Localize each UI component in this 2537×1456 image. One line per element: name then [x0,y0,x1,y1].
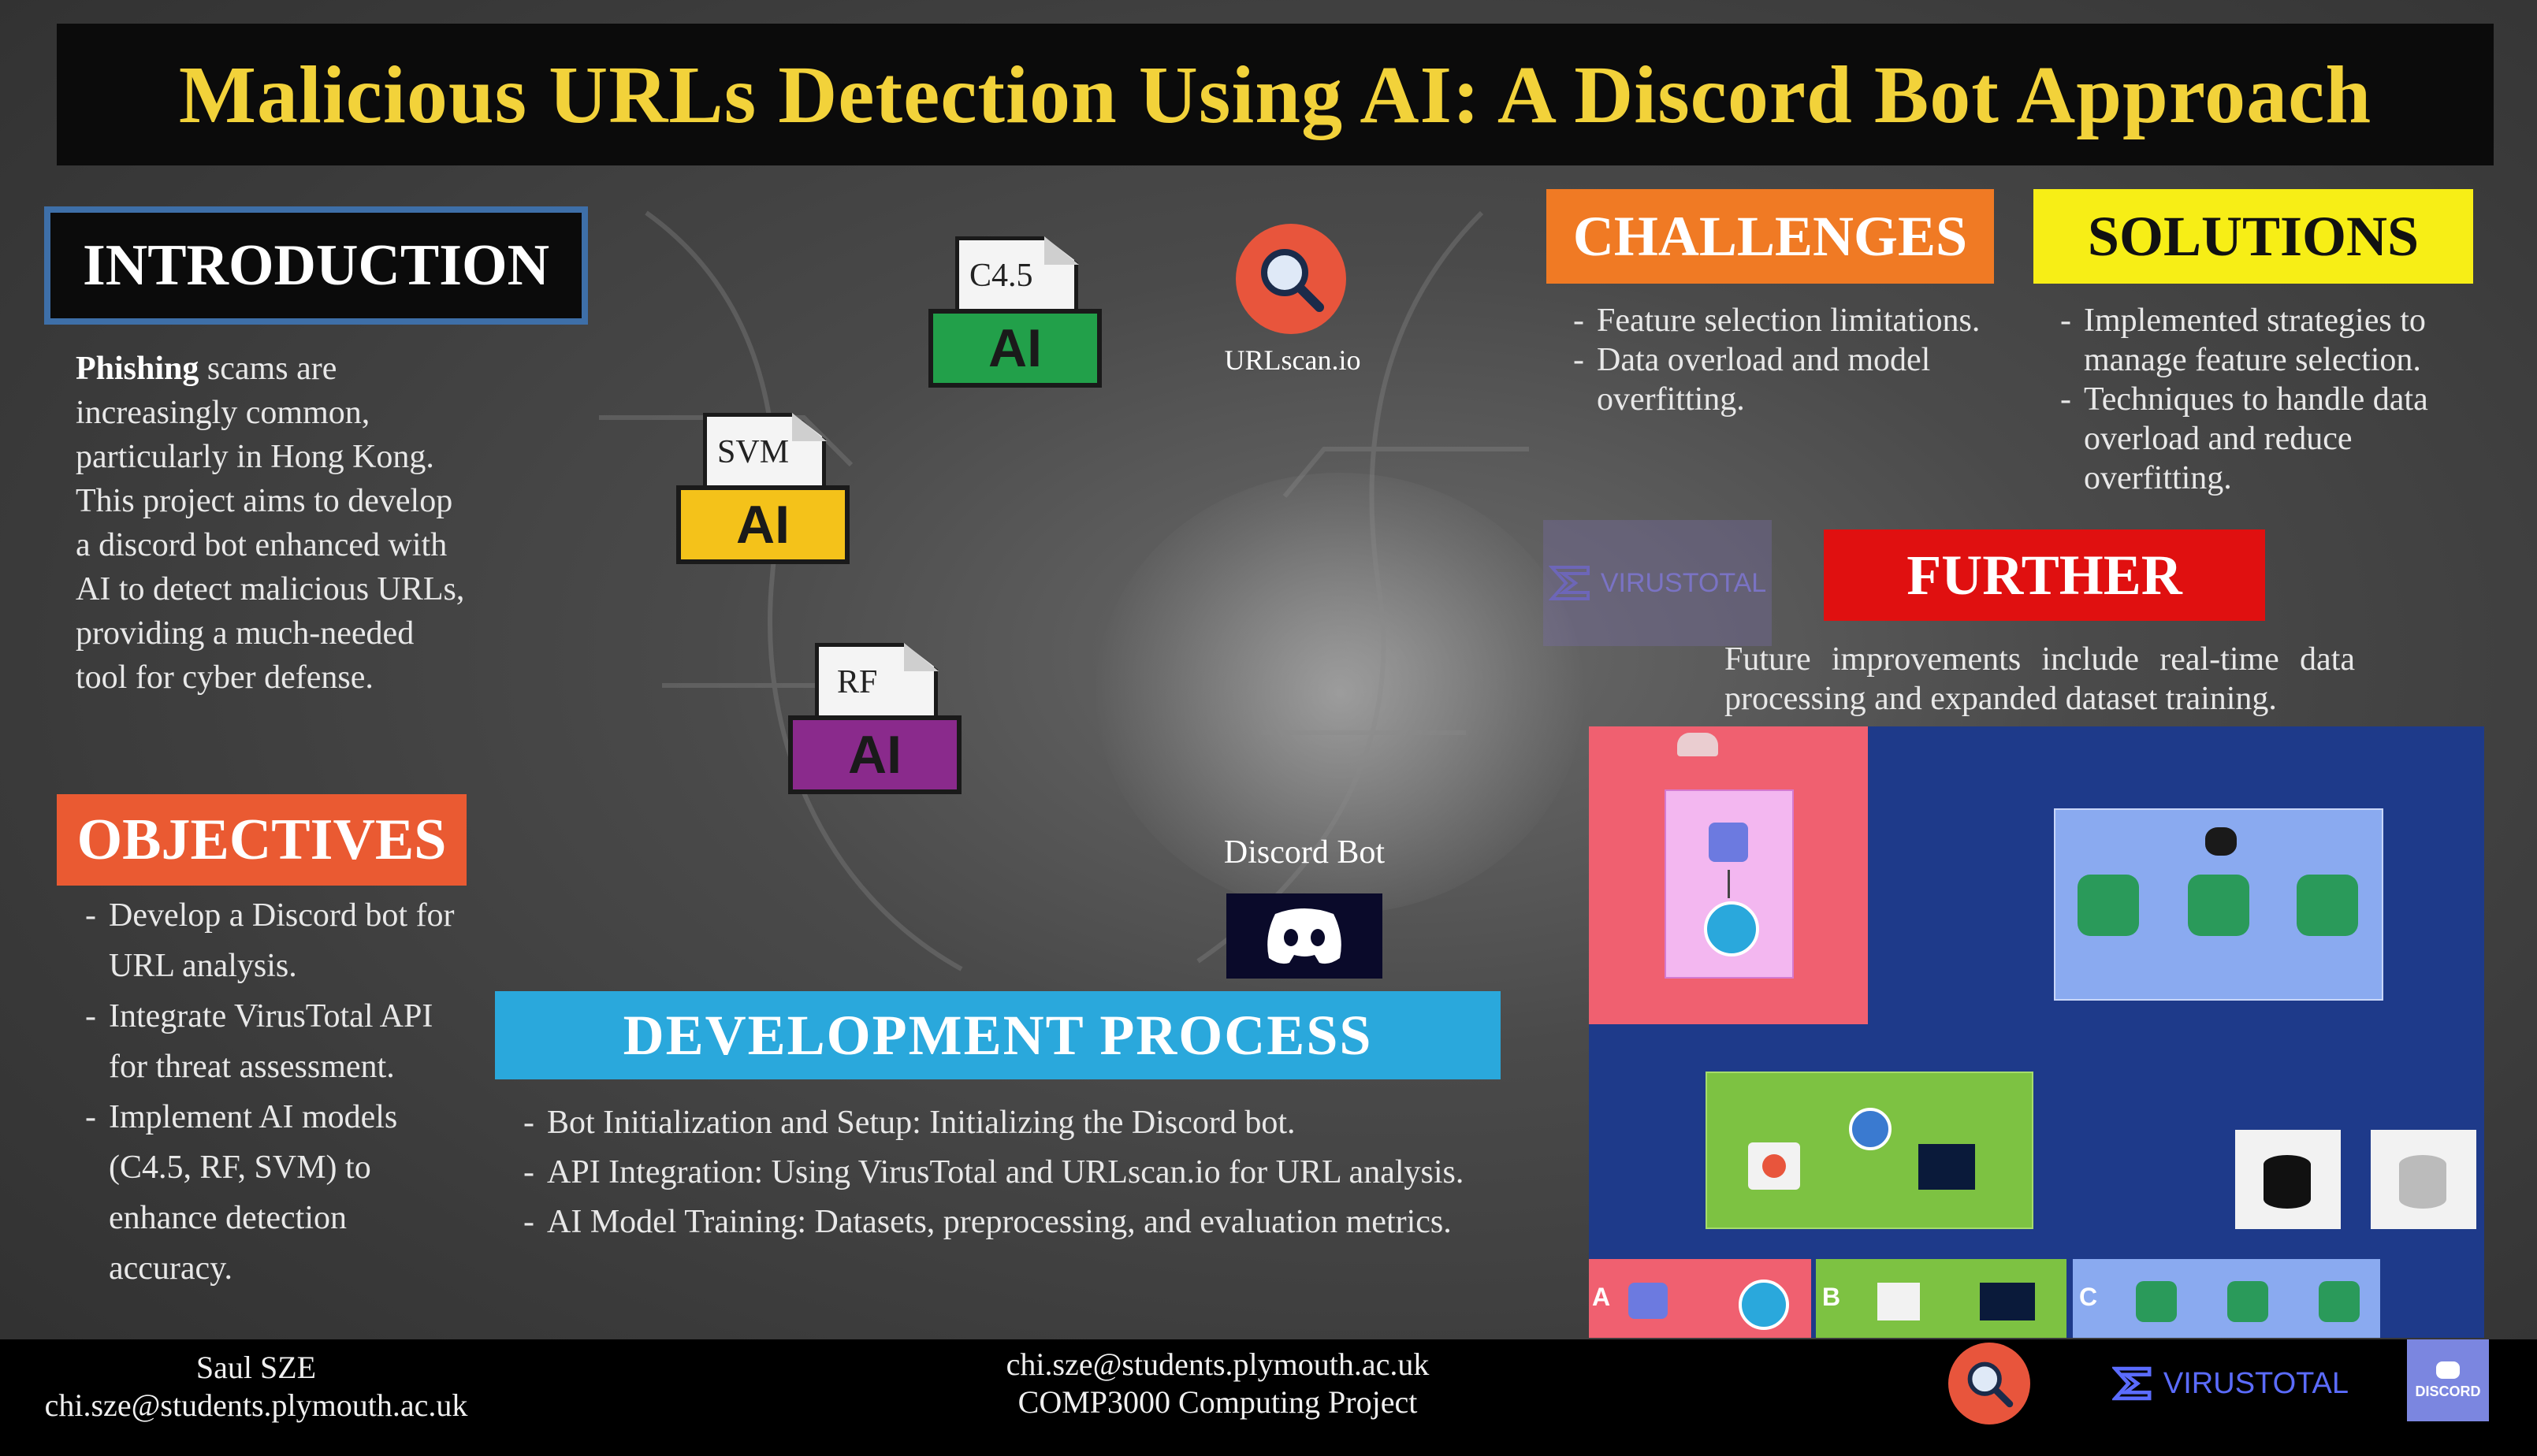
model-svm-icon [2297,875,2358,936]
objectives-item: Develop a Discord bot for URL analysis. [85,890,463,991]
flow-a-label: A [1592,1283,1611,1311]
footer-discord-text: DISCORD [2415,1383,2481,1399]
author-email: chi.sze@students.plymouth.ac.uk [44,1387,468,1423]
footer-center: chi.sze@students.plymouth.ac.uk COMP3000… [969,1346,1466,1421]
discord-mini-icon [2436,1361,2460,1379]
development-item: Bot Initialization and Setup: Initializi… [523,1098,1548,1148]
development-list: Bot Initialization and Setup: Initializi… [523,1098,1548,1247]
flow-c-model-2-icon [2227,1281,2268,1322]
c45-ai-band: AI [928,309,1102,388]
introduction-heading: INTRODUCTION [44,206,588,325]
flow-b: B [1816,1259,2066,1338]
development-item: AI Model Training: Datasets, preprocessi… [523,1198,1548,1247]
flow-b-urlscan-icon [1877,1283,1920,1320]
model-rf-icon [2188,875,2249,936]
objectives-item: Integrate VirusTotal API for threat asse… [85,991,463,1092]
solutions-item: Implemented strategies to manage feature… [2060,301,2470,380]
flow-b-label: B [1822,1283,1841,1311]
flow-a: A [1589,1259,1811,1338]
challenges-item: Feature selection limitations. [1573,301,1983,340]
course-name: COMP3000 Computing Project [1017,1384,1418,1420]
footer-urlscan-icon [1948,1343,2030,1424]
further-heading: FURTHER [1824,529,2265,621]
solutions-item: Techniques to handle data overload and r… [2060,380,2470,498]
challenges-list: Feature selection limitations. Data over… [1573,301,1983,419]
flow-c-model-1-icon [2136,1281,2177,1322]
svm-ai-band: AI [676,485,850,564]
introduction-body: scams are increasingly common, particula… [76,351,465,696]
footer-virustotal-logo: VIRUSTOTAL [2112,1360,2349,1407]
ml-models-panel [2054,808,2383,1001]
introduction-lead-word: Phishing [76,351,199,387]
database-1-icon [2264,1155,2311,1209]
users-panel [1589,726,1868,1024]
flow-c-label: C [2079,1283,2098,1311]
urlscan-icon [1236,224,1346,334]
svm-label: SVM [717,434,790,470]
api-globe-icon [1849,1108,1892,1150]
contact-email: chi.sze@students.plymouth.ac.uk [1006,1346,1430,1382]
c45-model-icon: C4.5 AI [928,236,1102,402]
rf-ai-band: AI [788,715,962,794]
solutions-heading-text: SOLUTIONS [2087,204,2420,268]
database-1 [2235,1130,2341,1229]
flow-a-discord-icon [1628,1283,1668,1319]
challenges-heading: CHALLENGES [1546,189,1994,284]
development-item: API Integration: Using VirusTotal and UR… [523,1148,1548,1198]
discord-bot-icon [1226,893,1382,979]
author-name: Saul SZE [195,1350,317,1385]
further-heading-text: FURTHER [1906,543,2182,607]
objectives-item: Implement AI models (C4.5, RF, SVM) to e… [85,1092,463,1294]
objectives-heading: OBJECTIVES [57,794,467,886]
users-icon [1677,733,1718,756]
footer-virustotal-text: VIRUSTOTAL [2163,1366,2349,1400]
virustotal-watermark: VIRUSTOTAL [1543,520,1772,646]
further-text: Future improvements include real-time da… [1724,641,2355,717]
solutions-list: Implemented strategies to manage feature… [2060,301,2470,498]
virustotal-watermark-text: VIRUSTOTAL [1600,567,1767,598]
challenges-heading-text: CHALLENGES [1572,204,1968,268]
objectives-heading-text: OBJECTIVES [76,807,447,872]
architecture-diagram: A B C [1589,726,2484,1338]
challenges-item: Data overload and model overfitting. [1573,340,1983,419]
introduction-text: Phishing scams are increasingly common, … [76,347,470,700]
discord-server-icon [1709,823,1748,862]
discord-bot-caption: Discord Bot [1223,834,1386,871]
rf-label: RF [837,664,878,700]
development-heading-text: DEVELOPMENT PROCESS [623,1003,1373,1067]
database-2-icon [2399,1155,2446,1209]
flow-c: C [2073,1259,2380,1338]
svm-model-icon: SVM AI [676,413,850,578]
urlscan-api-icon [1748,1142,1800,1190]
urlscan-caption: URLscan.io [1224,344,1361,376]
solutions-heading: SOLUTIONS [2033,189,2473,284]
footer-discord-logo: DISCORD [2407,1339,2489,1421]
c45-label: C4.5 [969,258,1033,294]
brain-icon [2205,827,2237,856]
server-arrow [1728,870,1730,898]
virustotal-sigma-icon [1548,566,1590,600]
rf-model-icon: RF AI [788,643,962,808]
bot-service-icon [1704,901,1759,956]
api-panel [1706,1072,2033,1229]
flow-a-bot-icon [1739,1280,1789,1330]
model-c45-icon [2078,875,2139,936]
poster-title: Malicious URLs Detection Using AI: A Dis… [178,49,2372,140]
discord-server-card [1665,789,1794,979]
virustotal-api-icon [1918,1144,1975,1190]
development-heading: DEVELOPMENT PROCESS [495,991,1501,1079]
flow-b-virustotal-icon [1980,1283,2035,1320]
virustotal-sigma-icon [2112,1366,2152,1401]
footer: Saul SZE chi.sze@students.plymouth.ac.uk… [0,1339,2537,1456]
flow-c-model-3-icon [2319,1281,2360,1322]
objectives-list: Develop a Discord bot for URL analysis. … [85,890,463,1294]
footer-left: Saul SZE chi.sze@students.plymouth.ac.uk [16,1349,497,1424]
title-bar: Malicious URLs Detection Using AI: A Dis… [57,24,2494,165]
database-2 [2371,1130,2476,1229]
introduction-heading-text: INTRODUCTION [82,232,550,298]
